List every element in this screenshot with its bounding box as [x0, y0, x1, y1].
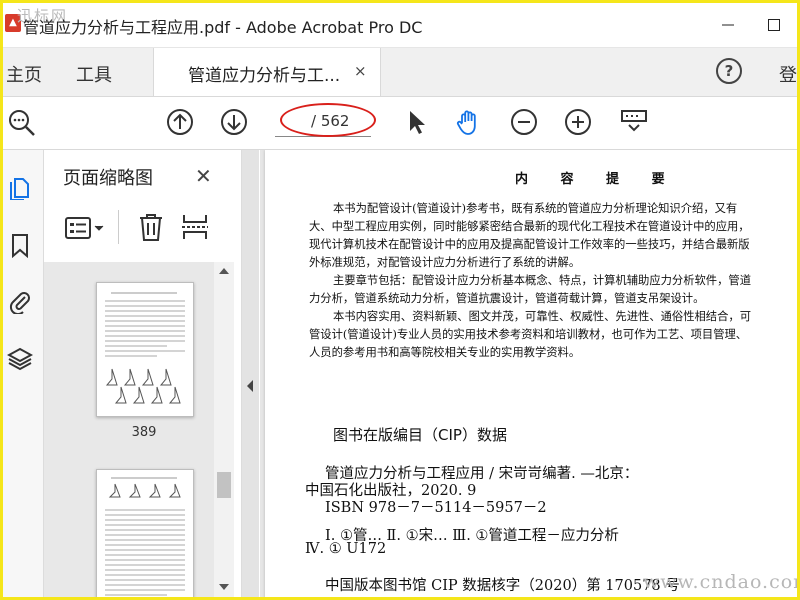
acrobat-window: ▲ 迅标网 管道应力分析与工程应用.pdf - Adobe Acrobat Pr… [3, 3, 797, 597]
chevron-left-icon [247, 380, 253, 392]
thumbnails-panel: 页面缩略图 ✕ 389 [44, 150, 242, 597]
zoom-in-icon[interactable] [563, 107, 593, 137]
cip-line: Ⅳ. ① U172 [305, 541, 387, 557]
page-display-icon[interactable] [619, 107, 649, 137]
layers-icon[interactable] [7, 346, 33, 372]
collapse-panel-button[interactable] [242, 150, 259, 597]
window-title: 管道应力分析与工程应用.pdf - Adobe Acrobat Pro DC [23, 18, 423, 37]
thumbnail-list: 389 [44, 262, 222, 597]
paragraph-line: 本书内容实用、资料新颖、图文并茂，可靠性、权威性、先进性、通俗性相结合，可 [333, 310, 751, 323]
tool-divider [118, 210, 119, 244]
panel-close-icon[interactable]: ✕ [195, 164, 212, 188]
panel-title: 页面缩略图 [63, 168, 153, 189]
cip-heading: 图书在版编目（CIP）数据 [333, 426, 507, 444]
tab-document-label: 管道应力分析与工... [188, 66, 341, 86]
next-page-icon[interactable] [219, 107, 249, 137]
red-annotation-oval [280, 103, 376, 137]
left-rail [3, 150, 44, 597]
paragraph-line: 主要章节包括：配管设计应力分析基本概念、特点，计算机辅助应力分析软件，管道 [333, 274, 751, 287]
document-view: 内 容 提 要 本书为配管设计(管道设计)参考书，既有系统的管道应力分析理论知识… [260, 150, 797, 597]
scrollbar-arrows [219, 268, 229, 590]
page-thumbnails-icon[interactable] [7, 174, 33, 200]
paragraph-line: 人员的参考用书和高等院校相关专业的实用教学资料。 [309, 346, 581, 359]
tab-document[interactable]: 管道应力分析与工... × [153, 48, 381, 96]
paragraph-line: 力分析，管道系统动力分析，管道抗震设计，管道荷载计算，管道支吊架设计。 [309, 292, 705, 305]
watermark-bottom-right: www.cndao.com [643, 571, 797, 593]
cip-line: 中国版本图书馆 CIP 数据核字（2020）第 170578 号 [325, 578, 680, 594]
login-button[interactable]: 登 [779, 61, 797, 87]
tab-tools[interactable]: 工具 [76, 61, 112, 87]
minimize-icon [722, 24, 734, 26]
page-heading: 内 容 提 要 [515, 172, 679, 187]
thumbnail-options-icon[interactable] [64, 214, 108, 242]
paragraph-line: 管设计(管道设计)专业人员的实用技术参考资料和培训教材，也可作为工艺、项目管理、 [309, 328, 748, 341]
toolbar: / 562 [3, 97, 797, 150]
paragraph-line: 大、中型工程应用实例，同时能够紧密结合最新的现代化工程技术在管道设计中的应用， [309, 220, 750, 233]
maximize-icon [768, 19, 780, 31]
maximize-button[interactable] [751, 3, 797, 47]
minimize-button[interactable] [705, 3, 751, 47]
panel-toolbar [44, 206, 241, 250]
pdf-page: 内 容 提 要 本书为配管设计(管道设计)参考书，既有系统的管道应力分析理论知识… [265, 150, 797, 597]
thumbnail-page-number: 389 [131, 425, 157, 440]
thumbnail-page-content [105, 292, 185, 404]
tab-bar: 主页 工具 管道应力分析与工... × ? 登 [3, 48, 797, 97]
thumbnail-page-content [105, 477, 185, 596]
previous-page-icon[interactable] [165, 107, 195, 137]
title-bar: ▲ 迅标网 管道应力分析与工程应用.pdf - Adobe Acrobat Pr… [3, 3, 797, 48]
scrollbar-thumb[interactable] [217, 472, 231, 498]
thumbnail-page[interactable] [96, 282, 194, 417]
extract-pages-icon[interactable] [180, 212, 210, 242]
thumbnail-page[interactable] [96, 469, 194, 597]
attachment-icon[interactable] [7, 288, 33, 314]
tab-close-icon[interactable]: × [354, 62, 367, 80]
tab-home[interactable]: 主页 [6, 61, 42, 87]
bookmark-icon[interactable] [7, 232, 33, 258]
zoom-out-icon[interactable] [509, 107, 539, 137]
paragraph-line: 现代计算机技术在配管设计中的应用及提高配管设计工作效率的一些技巧，并结合最新版 [309, 238, 750, 251]
search-icon[interactable] [6, 107, 36, 137]
help-icon[interactable]: ? [716, 58, 742, 84]
cip-line: ISBN 978－7－5114－5957－2 [325, 500, 547, 516]
paragraph-line: 外标准规范，对配管设计应力分析进行了系统的讲解。 [309, 256, 581, 269]
delete-pages-icon[interactable] [137, 212, 165, 242]
paragraph-line: 本书为配管设计(管道设计)参考书，既有系统的管道应力分析理论知识介绍，又有 [333, 202, 738, 215]
hand-tool-icon[interactable] [454, 107, 484, 137]
thumbnail-scrollbar[interactable] [214, 262, 234, 597]
select-pointer-icon[interactable] [401, 107, 431, 137]
